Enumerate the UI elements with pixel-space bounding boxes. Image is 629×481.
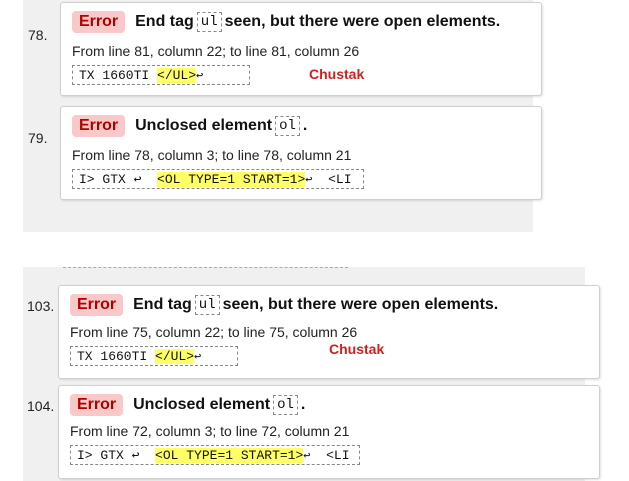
- code-extract: TX 1660TI </UL>↩: [70, 346, 238, 366]
- handwritten-annotation: Chustak: [329, 341, 385, 357]
- tag-code: ol: [275, 116, 300, 136]
- code-extract: I> GTX ↩ <OL TYPE=1 START=1>↩ <LI: [72, 169, 364, 189]
- location-text: From line 75, column 22; to line 75, col…: [70, 324, 358, 340]
- error-card: Error End tag ul seen, but there were op…: [60, 2, 542, 96]
- error-headline: Error End tag ul seen, but there were op…: [72, 11, 500, 33]
- location-text: From line 72, column 3; to line 72, colu…: [70, 423, 350, 439]
- message-before: End tag: [133, 296, 192, 313]
- error-headline: Error Unclosed element ol .: [72, 115, 307, 137]
- error-card: Error Unclosed element ol . From line 78…: [60, 106, 542, 200]
- extract-text: TX 1660TI: [79, 68, 158, 83]
- extract-highlight: <OL TYPE=1 START=1>: [155, 448, 304, 463]
- message-after: .: [302, 117, 308, 134]
- error-card: Error End tag ul seen, but there were op…: [58, 285, 600, 379]
- extract-highlight: <OL TYPE=1 START=1>: [157, 172, 306, 187]
- error-headline: Error Unclosed element ol .: [70, 394, 305, 416]
- error-badge: Error: [70, 394, 124, 416]
- return-arrow-icon: ↩: [305, 173, 313, 187]
- message-after: seen, but there were open elements.: [222, 296, 499, 313]
- extract-text: <LI: [310, 448, 350, 463]
- message-before: Unclosed element: [133, 396, 271, 413]
- code-extract: I> GTX ↩ <OL TYPE=1 START=1>↩ <LI: [70, 445, 360, 465]
- handwritten-annotation: Chustak: [309, 66, 365, 82]
- tag-code: ul: [196, 12, 222, 32]
- message-after: .: [300, 396, 306, 413]
- extract-highlight: </UL>: [155, 349, 195, 364]
- item-number: 78.: [28, 27, 48, 43]
- tag-code: ol: [273, 395, 298, 415]
- extract-text: <LI: [312, 172, 352, 187]
- extract-text: I> GTX ↩: [79, 172, 158, 187]
- extract-highlight: </UL>: [157, 68, 197, 83]
- error-badge: Error: [70, 294, 124, 316]
- item-number: 104.: [27, 398, 55, 414]
- error-card: Error Unclosed element ol . From line 72…: [58, 385, 600, 479]
- message-after: seen, but there were open elements.: [224, 13, 501, 30]
- extract-text: TX 1660TI: [77, 349, 156, 364]
- location-text: From line 78, column 3; to line 78, colu…: [72, 147, 352, 163]
- error-badge: Error: [72, 115, 126, 137]
- return-arrow-icon: ↩: [194, 350, 202, 364]
- error-headline: Error End tag ul seen, but there were op…: [70, 294, 498, 316]
- extract-text: I> GTX ↩: [77, 448, 156, 463]
- tag-code: ul: [194, 295, 220, 315]
- error-badge: Error: [72, 11, 126, 33]
- message-before: Unclosed element: [135, 117, 273, 134]
- message-before: End tag: [135, 13, 194, 30]
- return-arrow-icon: ↩: [196, 69, 204, 83]
- return-arrow-icon: ↩: [303, 449, 311, 463]
- code-extract: TX 1660TI </UL>↩: [72, 65, 250, 85]
- separator-line: [63, 267, 348, 268]
- item-number: 79.: [28, 130, 48, 146]
- location-text: From line 81, column 22; to line 81, col…: [72, 43, 360, 59]
- item-number: 103.: [27, 298, 55, 314]
